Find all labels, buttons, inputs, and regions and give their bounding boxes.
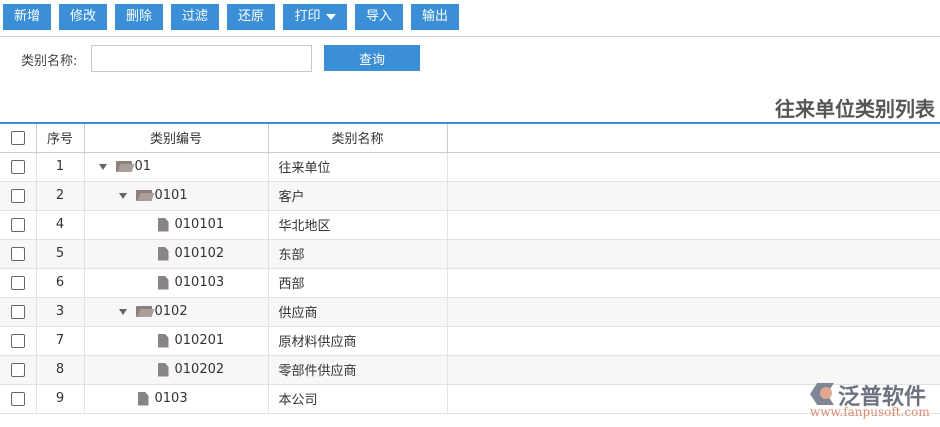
folder-open-icon — [135, 189, 152, 201]
export-button[interactable]: 输出 — [411, 4, 459, 30]
table-row[interactable]: 2 0101 客户 — [0, 181, 940, 211]
table-row[interactable]: 6 010103 西部 — [0, 268, 940, 298]
toolbar: 新增 修改 删除 过滤 还原 打印 导入 输出 — [0, 0, 940, 37]
table-row[interactable]: 3 0102 供应商 — [0, 297, 940, 327]
restore-button[interactable]: 还原 — [227, 4, 275, 30]
filter-button[interactable]: 过滤 — [171, 4, 219, 30]
row-name: 本公司 — [268, 384, 448, 414]
category-table: 序号 类别编号 类别名称 1 01 往来单位 2 0101 客户 4 01010… — [0, 122, 940, 414]
row-code[interactable]: 010202 — [175, 356, 225, 384]
table-row[interactable]: 7 010201 原材料供应商 — [0, 326, 940, 356]
add-button[interactable]: 新增 — [3, 4, 51, 30]
row-name: 往来单位 — [268, 152, 448, 182]
row-name: 零部件供应商 — [268, 355, 448, 385]
row-code[interactable]: 010102 — [175, 240, 225, 268]
row-code[interactable]: 0102 — [155, 298, 188, 326]
table-row[interactable]: 8 010202 零部件供应商 — [0, 355, 940, 385]
edit-button[interactable]: 修改 — [59, 4, 107, 30]
row-code[interactable]: 010201 — [175, 327, 225, 355]
row-name: 华北地区 — [268, 210, 448, 240]
expand-arrow-icon[interactable] — [118, 192, 127, 199]
header-name: 类别名称 — [268, 123, 448, 153]
category-name-label: 类别名称: — [21, 54, 78, 69]
query-button[interactable]: 查询 — [324, 45, 420, 71]
caret-down-icon — [325, 13, 336, 20]
print-button[interactable]: 打印 — [283, 4, 347, 30]
logo-url: www.fanpusoft.com — [810, 405, 930, 419]
expand-arrow-icon[interactable] — [118, 308, 127, 315]
row-code[interactable]: 010103 — [175, 269, 225, 297]
table-row[interactable]: 4 010101 华北地区 — [0, 210, 940, 240]
file-icon — [157, 333, 169, 348]
row-name: 客户 — [268, 181, 448, 211]
delete-button[interactable]: 删除 — [115, 4, 163, 30]
row-code[interactable]: 010101 — [175, 211, 225, 239]
folder-open-icon — [135, 305, 152, 317]
row-name: 西部 — [268, 268, 448, 298]
file-icon — [157, 246, 169, 261]
row-code[interactable]: 0101 — [155, 182, 188, 210]
row-name: 东部 — [268, 239, 448, 269]
header-code: 类别编号 — [84, 123, 269, 153]
expand-arrow-icon[interactable] — [98, 163, 107, 170]
import-button[interactable]: 导入 — [355, 4, 403, 30]
row-name: 原材料供应商 — [268, 326, 448, 356]
table-row[interactable]: 1 01 往来单位 — [0, 152, 940, 182]
row-code[interactable]: 01 — [135, 153, 152, 181]
file-icon — [157, 275, 169, 290]
file-icon — [157, 362, 169, 377]
folder-open-icon — [115, 160, 132, 172]
row-code[interactable]: 0103 — [155, 385, 188, 413]
header-seq: 序号 — [36, 123, 85, 153]
file-icon — [137, 391, 149, 406]
page-title: 往来单位类别列表 — [775, 97, 935, 121]
table-row[interactable]: 9 0103 本公司 — [0, 384, 940, 414]
print-label: 打印 — [294, 9, 321, 24]
table-header: 序号 类别编号 类别名称 — [0, 123, 940, 153]
row-name: 供应商 — [268, 297, 448, 327]
category-name-input[interactable] — [91, 45, 312, 72]
file-icon — [157, 217, 169, 232]
select-all-checkbox[interactable] — [10, 130, 25, 145]
table-row[interactable]: 5 010102 东部 — [0, 239, 940, 269]
